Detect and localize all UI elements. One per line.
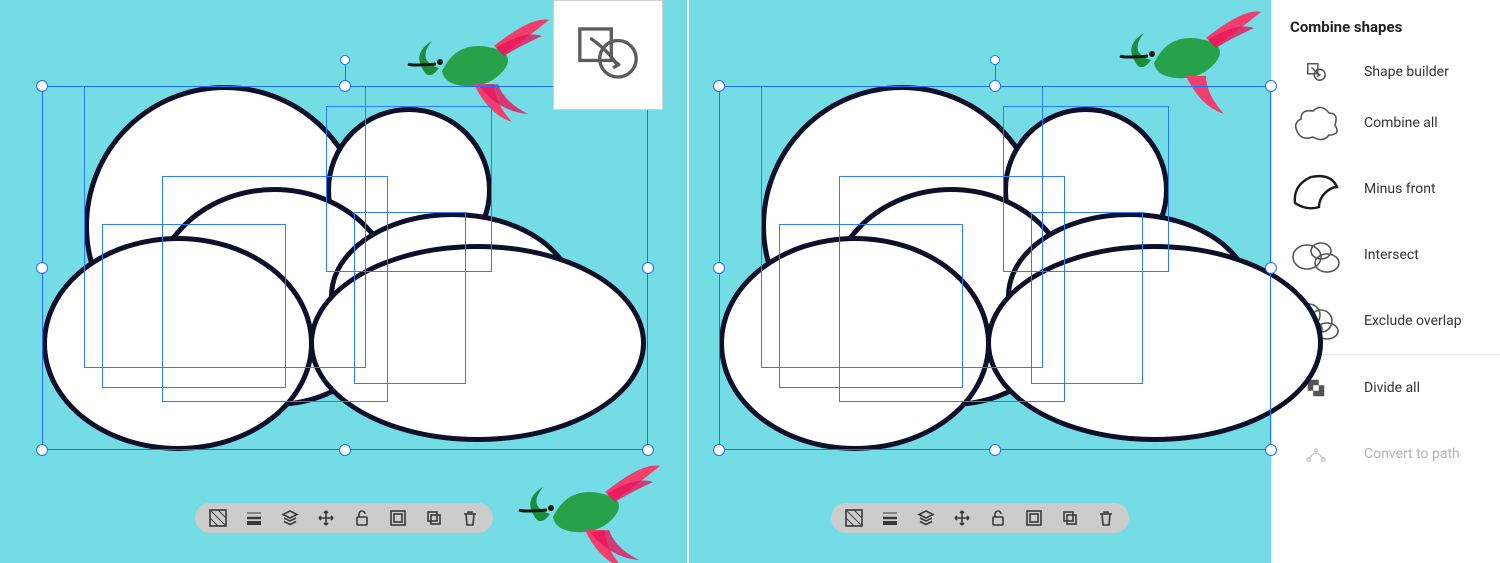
contextual-action-bar	[831, 503, 1129, 533]
duplicate-icon[interactable]	[1061, 509, 1079, 527]
resize-handle-n[interactable]	[989, 80, 1001, 92]
resize-handle-w[interactable]	[36, 262, 48, 274]
row-label: Minus front	[1364, 181, 1436, 197]
row-minus-front[interactable]: Minus front	[1272, 156, 1500, 222]
resize-handle-sw[interactable]	[36, 444, 48, 456]
intersect-icon	[1290, 232, 1342, 278]
shape-builder-icon	[574, 24, 642, 86]
resize-handle-e[interactable]	[642, 262, 654, 274]
trash-icon[interactable]	[461, 509, 479, 527]
row-label: Intersect	[1364, 247, 1419, 263]
row-label: Shape builder	[1364, 64, 1449, 80]
shape-builder-icon	[1290, 61, 1342, 83]
arrange-layers-icon[interactable]	[917, 509, 935, 527]
combine-all-icon	[1290, 100, 1342, 146]
row-convert-to-path: Convert to path	[1272, 421, 1500, 487]
trash-icon[interactable]	[1097, 509, 1115, 527]
unlock-icon[interactable]	[353, 509, 371, 527]
row-shape-builder[interactable]: Shape builder	[1272, 50, 1500, 90]
stroke-weight-icon[interactable]	[881, 509, 899, 527]
transparency-icon[interactable]	[845, 509, 863, 527]
resize-handle-ne[interactable]	[1265, 80, 1277, 92]
row-intersect[interactable]: Intersect	[1272, 222, 1500, 288]
contextual-action-bar	[195, 503, 493, 533]
resize-handle-se[interactable]	[642, 444, 654, 456]
canvas-left[interactable]	[0, 0, 687, 563]
group-icon[interactable]	[389, 509, 407, 527]
move-icon[interactable]	[953, 509, 971, 527]
combine-shapes-panel: Combine shapes Shape builder Combine all…	[1271, 0, 1500, 563]
selection-box[interactable]	[42, 86, 648, 450]
resize-handle-s[interactable]	[339, 444, 351, 456]
arrange-layers-icon[interactable]	[281, 509, 299, 527]
row-combine-all[interactable]: Combine all	[1272, 90, 1500, 156]
rotation-handle[interactable]	[340, 55, 350, 65]
resize-handle-sw[interactable]	[713, 444, 725, 456]
shape-builder-badge	[553, 0, 663, 110]
resize-handle-s[interactable]	[989, 444, 1001, 456]
panel-title: Combine shapes	[1272, 18, 1500, 50]
resize-handle-w[interactable]	[713, 262, 725, 274]
canvas-right[interactable]	[689, 0, 1271, 563]
transparency-icon[interactable]	[209, 509, 227, 527]
row-label: Convert to path	[1364, 446, 1460, 462]
row-label: Divide all	[1364, 380, 1420, 396]
resize-handle-se[interactable]	[1265, 444, 1277, 456]
group-icon[interactable]	[1025, 509, 1043, 527]
hummingbird-art	[515, 452, 665, 563]
minus-front-icon	[1290, 166, 1342, 212]
move-icon[interactable]	[317, 509, 335, 527]
selection-box[interactable]	[719, 86, 1271, 450]
resize-handle-nw[interactable]	[36, 80, 48, 92]
row-label: Combine all	[1364, 115, 1438, 131]
resize-handle-e[interactable]	[1265, 262, 1277, 274]
duplicate-icon[interactable]	[425, 509, 443, 527]
convert-to-path-icon	[1290, 431, 1342, 477]
stroke-weight-icon[interactable]	[245, 509, 263, 527]
row-label: Exclude overlap	[1364, 313, 1462, 329]
rotation-handle[interactable]	[990, 55, 1000, 65]
resize-handle-nw[interactable]	[713, 80, 725, 92]
unlock-icon[interactable]	[989, 509, 1007, 527]
resize-handle-n[interactable]	[339, 80, 351, 92]
